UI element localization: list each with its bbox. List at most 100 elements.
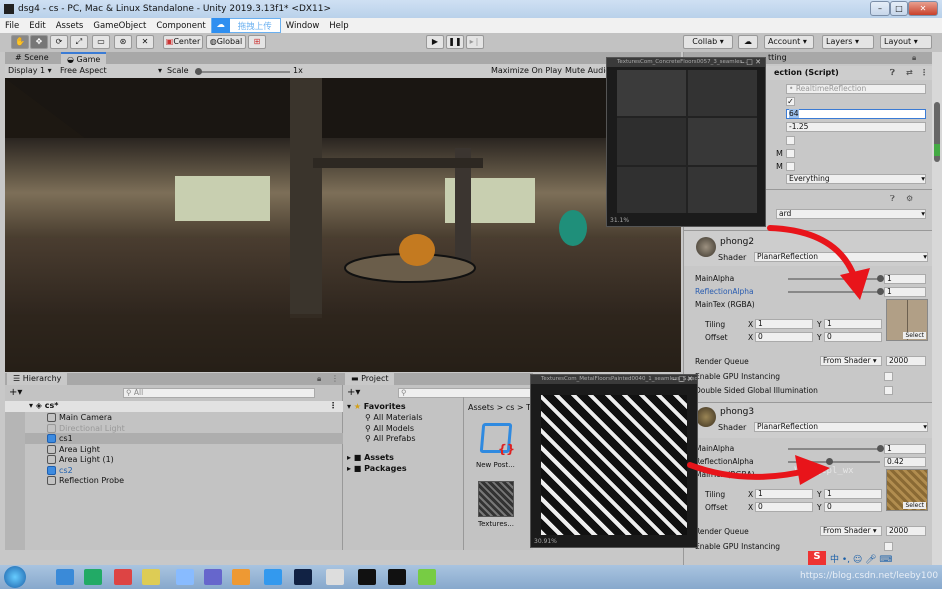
menu-edit[interactable]: Edit: [24, 21, 50, 31]
cloud-button[interactable]: ☁: [738, 35, 758, 49]
menu-component[interactable]: Component: [151, 21, 210, 31]
explorer-icon[interactable]: [142, 569, 160, 585]
hand-tool-icon[interactable]: ✋: [11, 35, 29, 49]
main-alpha-input[interactable]: 1: [884, 444, 926, 454]
gpu-instancing-checkbox[interactable]: [884, 542, 893, 551]
hierarchy-item[interactable]: cs2: [47, 465, 73, 475]
help-icon[interactable]: ❓︎: [890, 194, 895, 204]
fav-all-prefabs[interactable]: ⚲ All Prefabs: [365, 434, 416, 443]
reflection-alpha-slider[interactable]: [788, 288, 884, 295]
texture-asset-thumbnail[interactable]: [478, 481, 514, 517]
inspector-scrollbar[interactable]: [932, 52, 942, 565]
window-controls[interactable]: – □ ✕: [741, 58, 761, 66]
offset-y-input[interactable]: 0: [824, 502, 882, 512]
gpu-instancing-checkbox[interactable]: [884, 372, 893, 381]
layout-dropdown[interactable]: Layout ▾: [880, 35, 932, 49]
menu-gameobject[interactable]: GameObject: [88, 21, 151, 31]
hierarchy-item[interactable]: Directional Light: [47, 423, 125, 433]
texture-viewer-window[interactable]: TexturesCom_ConcreteFloors0057_3_seamles…: [606, 57, 766, 227]
menu-help[interactable]: Help: [324, 21, 353, 31]
app-icon[interactable]: [204, 569, 222, 585]
menu-file[interactable]: File: [0, 21, 24, 31]
offset-x-input[interactable]: 0: [755, 502, 813, 512]
app-icon[interactable]: [232, 569, 250, 585]
settings-icon[interactable]: ⇄: [906, 68, 913, 77]
game-view[interactable]: [5, 78, 681, 372]
main-alpha-slider[interactable]: [788, 275, 884, 282]
play-button[interactable]: ▶: [426, 35, 444, 49]
layer-mask-dropdown[interactable]: Everything ▾: [786, 174, 926, 184]
scene-row[interactable]: ▾ ◈ cs* ⋮: [5, 401, 343, 412]
tiling-y-input[interactable]: 1: [824, 489, 882, 499]
settings-icon[interactable]: ⚙: [906, 194, 913, 203]
tiling-y-input[interactable]: 1: [824, 319, 882, 329]
packages-folder[interactable]: ▸ ■ Packages: [347, 464, 407, 473]
reflection-alpha-input[interactable]: 1: [884, 287, 926, 297]
ime-tray[interactable]: 中 •, ☺ 🎤︎ ⌨: [830, 552, 892, 565]
help-icon[interactable]: ❓︎: [890, 68, 895, 78]
double-sided-gi-checkbox[interactable]: [884, 386, 893, 395]
maximize-on-play-toggle[interactable]: Maximize On Play: [491, 66, 562, 75]
baidu-upload-overlay[interactable]: ☁ 拖拽上传: [210, 18, 281, 33]
fav-all-materials[interactable]: ⚲ All Materials: [365, 413, 423, 422]
shader-dropdown[interactable]: PlanarReflection ▾: [754, 252, 928, 262]
hierarchy-item[interactable]: cs1: [47, 434, 73, 443]
tab-lighting[interactable]: tting: [762, 52, 793, 64]
rect-tool-icon[interactable]: ▭: [92, 35, 110, 49]
fav-all-models[interactable]: ⚲ All Models: [365, 424, 414, 433]
pivot-center-button[interactable]: ▣Center: [163, 35, 203, 49]
rotate-tool-icon[interactable]: ⟳: [50, 35, 68, 49]
option-checkbox[interactable]: [786, 149, 795, 158]
app-icon[interactable]: [418, 569, 436, 585]
display-dropdown[interactable]: Display 1 ▾: [8, 66, 52, 75]
main-alpha-slider[interactable]: [788, 445, 884, 452]
scale-tool-icon[interactable]: ⤢: [70, 35, 88, 49]
render-queue-dropdown[interactable]: From Shader ▾: [820, 356, 882, 366]
tab-hierarchy[interactable]: ☰ Hierarchy: [7, 373, 68, 385]
maximize-button[interactable]: □: [890, 1, 908, 16]
render-queue-input[interactable]: 2000: [886, 526, 926, 536]
more-icon[interactable]: ⋮: [331, 374, 339, 383]
hierarchy-item[interactable]: Reflection Probe: [47, 476, 124, 485]
reflection-alpha-slider[interactable]: [788, 458, 880, 465]
pivot-global-button[interactable]: ◍Global: [206, 35, 246, 49]
clip-offset-input[interactable]: -1.25: [786, 122, 926, 132]
reflection-alpha-input[interactable]: 0.42: [884, 457, 926, 467]
tab-project[interactable]: ▬ Project: [345, 373, 395, 385]
lock-icon[interactable]: 🔒︎: [317, 374, 321, 384]
render-queue-dropdown[interactable]: From Shader ▾: [820, 526, 882, 536]
resolution-input[interactable]: 64: [786, 109, 926, 119]
mute-audio-toggle[interactable]: Mute Audio: [565, 66, 610, 75]
offset-x-input[interactable]: 0: [755, 332, 813, 342]
more-icon[interactable]: ⋮: [920, 68, 928, 77]
tab-scene[interactable]: # Scene: [9, 52, 55, 64]
photoshop-icon[interactable]: [294, 569, 312, 585]
window-controls[interactable]: – □ ✕: [673, 375, 693, 383]
close-button[interactable]: ✕: [908, 1, 938, 16]
select-button[interactable]: Select: [903, 502, 926, 509]
unity-icon[interactable]: [326, 569, 344, 585]
scale-slider[interactable]: [195, 68, 290, 75]
offset-y-input[interactable]: 0: [824, 332, 882, 342]
sogou-ime-icon[interactable]: S: [808, 551, 826, 565]
collab-button[interactable]: Collab ▾: [683, 35, 733, 49]
aspect-dropdown[interactable]: Free Aspect ▾: [60, 66, 162, 75]
layers-dropdown[interactable]: Layers ▾: [822, 35, 874, 49]
ie-icon[interactable]: [56, 569, 74, 585]
maintex-thumbnail[interactable]: Select: [886, 299, 928, 341]
baidu-netdisk-icon[interactable]: [176, 569, 194, 585]
script-field[interactable]: • RealtimeReflection: [786, 84, 926, 94]
unity-icon[interactable]: [388, 569, 406, 585]
app-icon[interactable]: [264, 569, 282, 585]
select-button[interactable]: Select: [903, 332, 926, 339]
main-alpha-input[interactable]: 1: [884, 274, 926, 284]
menu-assets[interactable]: Assets: [51, 21, 89, 31]
minimize-button[interactable]: –: [870, 1, 890, 16]
enabled-checkbox[interactable]: ✓: [786, 97, 795, 106]
tab-game[interactable]: ◒ Game: [61, 52, 107, 64]
add-button[interactable]: +▾: [9, 387, 22, 398]
assets-folder[interactable]: ▸ ■ Assets: [347, 453, 394, 462]
step-button[interactable]: ▸❘: [466, 35, 484, 49]
post-process-asset-icon[interactable]: {}: [479, 423, 516, 456]
project-breadcrumb[interactable]: Assets > cs > T: [468, 403, 531, 412]
